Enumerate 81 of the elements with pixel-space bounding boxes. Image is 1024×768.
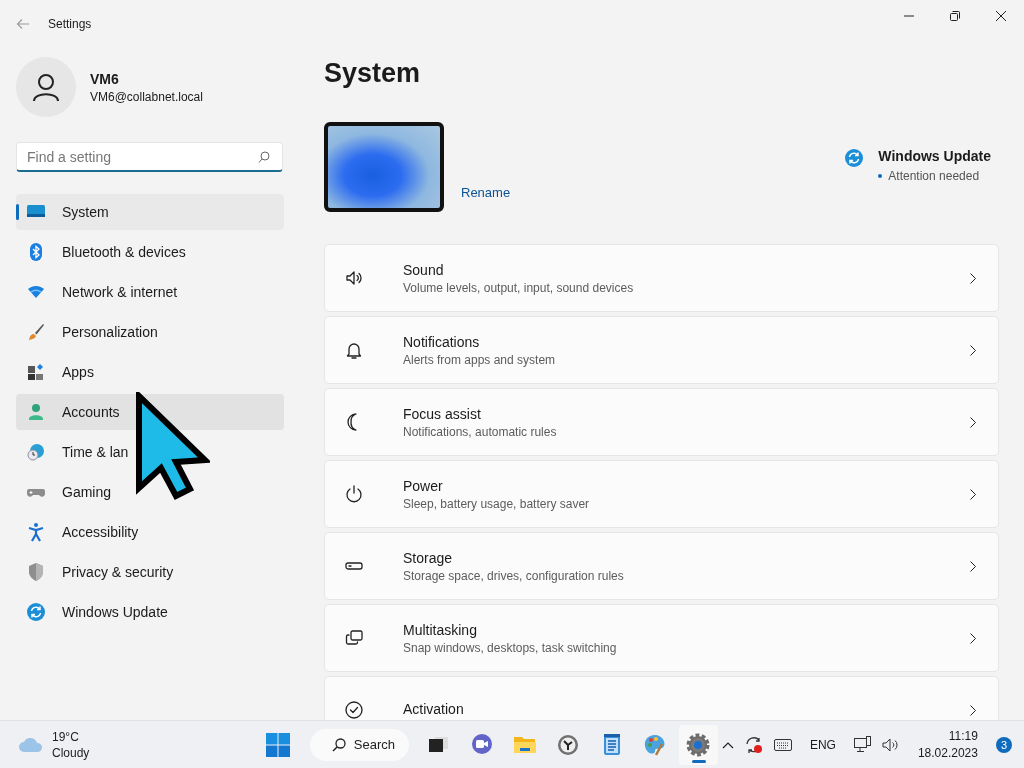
- nav-item[interactable]: Time & lan: [16, 434, 284, 470]
- gear-icon: [685, 731, 712, 758]
- card-subtitle: Volume levels, output, input, sound devices: [403, 280, 635, 295]
- settings-card[interactable]: Storage Storage space, drives, configuration rules: [324, 532, 999, 600]
- card-subtitle: Alerts from apps and system: [403, 352, 557, 367]
- accessibility-person-icon: [26, 522, 46, 542]
- card-title: Sound: [403, 261, 445, 278]
- nav-item[interactable]: Accessibility: [16, 514, 284, 550]
- window-title: Settings: [48, 17, 92, 31]
- checkmark-circle-icon: [344, 700, 364, 720]
- update-status: Attention needed: [888, 169, 980, 183]
- settings-card[interactable]: Activation: [324, 676, 999, 720]
- apps-grid-icon: [26, 362, 46, 382]
- nav-item[interactable]: Windows Update: [16, 594, 284, 630]
- card-title: Focus assist: [403, 405, 482, 422]
- card-subtitle: Snap windows, desktops, task switching: [403, 640, 618, 655]
- user-email: VM6@collabnet.local: [90, 89, 203, 104]
- chevron-right-icon: [970, 272, 976, 284]
- nav-item[interactable]: Bluetooth & devices: [16, 234, 284, 270]
- nav-item[interactable]: Apps: [16, 354, 284, 390]
- paintbrush-icon: [26, 322, 46, 342]
- nav-item[interactable]: Accounts: [16, 394, 284, 430]
- chevron-up-icon[interactable]: [721, 740, 734, 749]
- card-subtitle: Sleep, battery usage, battery saver: [403, 496, 591, 511]
- chevron-right-icon: [970, 632, 976, 644]
- sync-icon: [26, 602, 46, 622]
- sync-icon[interactable]: [844, 148, 865, 168]
- chevron-right-icon: [970, 560, 976, 572]
- speaker-icon[interactable]: [881, 736, 900, 753]
- nav-item[interactable]: Gaming: [16, 474, 284, 510]
- card-title: Activation: [403, 701, 465, 717]
- person-icon: [26, 402, 46, 422]
- nav-item[interactable]: Personalization: [16, 314, 284, 350]
- card-title: Power: [403, 477, 444, 494]
- page-title: System: [324, 58, 422, 90]
- language-indicator[interactable]: ENG: [809, 737, 836, 752]
- clock-time[interactable]: 11:19: [917, 727, 978, 745]
- search-icon: [331, 737, 346, 752]
- update-title[interactable]: Windows Update: [878, 148, 991, 164]
- chevron-right-icon: [970, 488, 976, 500]
- nav-item[interactable]: System: [16, 194, 284, 230]
- shield-icon: [26, 562, 46, 582]
- card-subtitle: Notifications, automatic rules: [403, 424, 558, 439]
- card-title: Multitasking: [403, 621, 478, 638]
- settings-card[interactable]: Focus assist Notifications, automatic rules: [324, 388, 999, 456]
- search-button[interactable]: Search: [309, 728, 409, 761]
- rename-link[interactable]: Rename: [461, 185, 511, 200]
- keyboard-icon[interactable]: [773, 738, 792, 751]
- settings-card[interactable]: Sound Volume levels, output, input, sound devices: [324, 244, 999, 312]
- selection-indicator: [16, 204, 19, 220]
- user-name: VM6: [90, 70, 120, 87]
- settings-card[interactable]: Power Sleep, battery usage, battery saver: [324, 460, 999, 528]
- settings-card[interactable]: Multitasking Snap windows, desktops, task switching: [324, 604, 999, 672]
- mouse-pointer-icon: [134, 392, 210, 500]
- card-title: Notifications: [403, 333, 481, 350]
- card-subtitle: Storage space, drives, configuration rules: [403, 568, 625, 583]
- chevron-right-icon: [970, 704, 976, 716]
- settings-card[interactable]: Notifications Alerts from apps and system: [324, 316, 999, 384]
- globe-clock-icon: [26, 442, 46, 462]
- temperature[interactable]: 19°C: [52, 728, 90, 745]
- card-title: Storage: [403, 549, 454, 566]
- nav-item[interactable]: Privacy & security: [16, 554, 284, 590]
- windows-stack-icon: [344, 628, 364, 648]
- chevron-right-icon: [970, 344, 976, 356]
- notification-badge[interactable]: 3: [995, 736, 1012, 753]
- nav-item[interactable]: Network & internet: [16, 274, 284, 310]
- power-icon: [344, 484, 364, 504]
- search-icon: [258, 151, 270, 163]
- chevron-right-icon: [970, 416, 976, 428]
- status-dot: [878, 174, 883, 178]
- task-view-icon: [429, 737, 449, 752]
- search-field[interactable]: Find a setting: [16, 142, 283, 172]
- weather-condition[interactable]: Cloudy: [52, 744, 90, 761]
- person-silhouette-icon: [31, 72, 61, 102]
- restore-icon[interactable]: [950, 11, 960, 21]
- bell-icon: [344, 340, 364, 360]
- windows-logo-icon[interactable]: [266, 732, 291, 757]
- close-icon[interactable]: [996, 11, 1006, 21]
- clock-date[interactable]: 18.02.2023: [917, 744, 978, 762]
- sync-error-icon[interactable]: [743, 734, 764, 755]
- network-icon[interactable]: [853, 735, 872, 754]
